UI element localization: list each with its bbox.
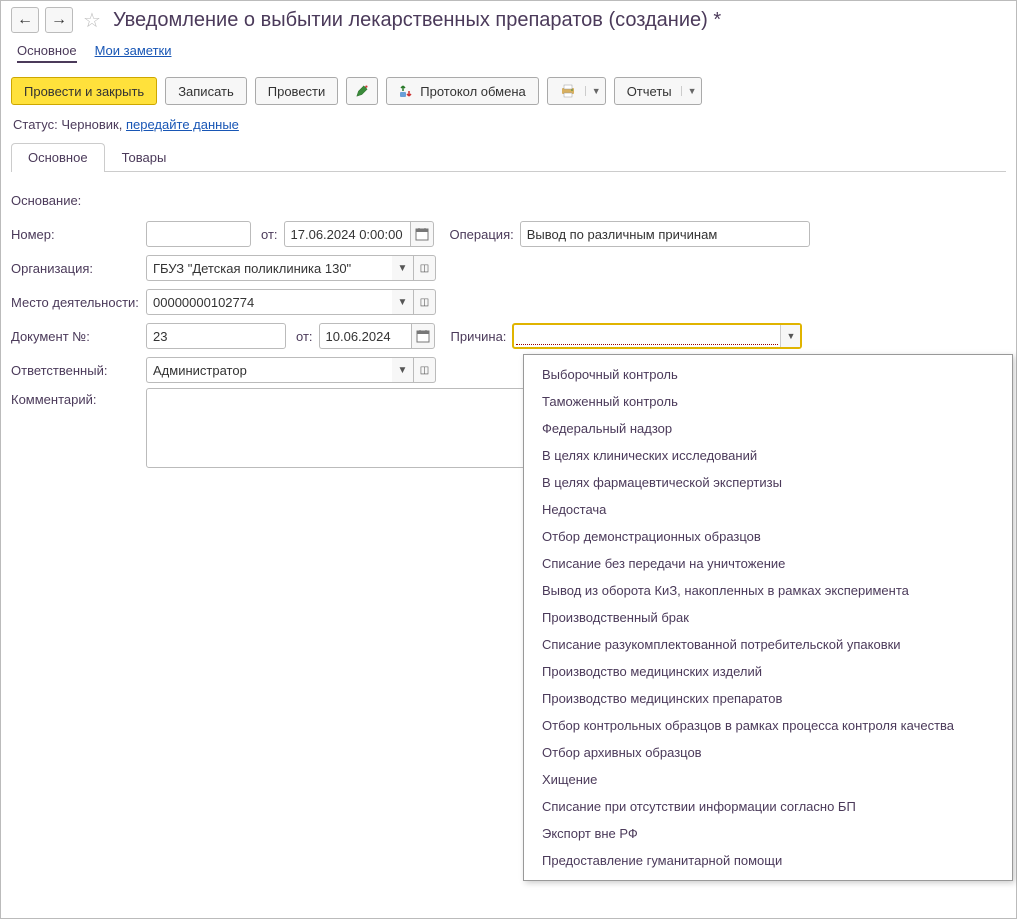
responsible-input[interactable]: Администратор ▼ ◫	[146, 357, 436, 383]
open-icon: ◫	[420, 263, 429, 274]
form-tabs: Основное Товары	[11, 142, 1006, 172]
chevron-down-icon: ▼	[786, 331, 795, 341]
sign-button[interactable]	[346, 77, 378, 105]
chevron-down-icon: ▼	[398, 365, 408, 376]
protocol-button[interactable]: Протокол обмена	[386, 77, 539, 105]
number-input[interactable]	[146, 221, 251, 247]
reason-option[interactable]: Вывод из оборота КиЗ, накопленных в рамк…	[524, 577, 1012, 604]
place-open-button[interactable]: ◫	[414, 289, 436, 315]
status-link[interactable]: передайте данные	[126, 117, 239, 132]
top-tab-notes[interactable]: Мои заметки	[95, 43, 172, 63]
from-label: от:	[261, 227, 278, 242]
calendar-icon	[416, 329, 430, 343]
reason-option[interactable]: Предоставление гуманитарной помощи	[524, 847, 1012, 874]
nav-back-button[interactable]: ←	[11, 7, 39, 33]
place-label: Место деятельности:	[11, 295, 146, 310]
exchange-icon	[399, 83, 415, 99]
org-input[interactable]: ГБУЗ "Детская поликлиника 130" ▼ ◫	[146, 255, 436, 281]
place-dropdown-button[interactable]: ▼	[392, 289, 414, 315]
calendar-icon	[415, 227, 429, 241]
reason-label: Причина:	[451, 329, 507, 344]
org-value[interactable]: ГБУЗ "Детская поликлиника 130"	[146, 255, 392, 281]
operation-label: Операция:	[450, 227, 514, 242]
reason-option[interactable]: Недостача	[524, 496, 1012, 523]
status-label: Статус:	[13, 117, 58, 132]
operation-input[interactable]	[520, 221, 810, 247]
print-button[interactable]: ▼	[547, 77, 606, 105]
docdate-value[interactable]: 10.06.2024	[319, 323, 411, 349]
datetime-input[interactable]: 17.06.2024 0:00:00	[284, 221, 434, 247]
reason-option[interactable]: Производство медицинских изделий	[524, 658, 1012, 685]
reason-option[interactable]: Списание без передачи на уничтожение	[524, 550, 1012, 577]
number-label: Номер:	[11, 227, 146, 242]
chevron-down-icon: ▼	[398, 297, 408, 308]
reason-option[interactable]: В целях клинических исследований	[524, 442, 1012, 469]
docnum-input[interactable]	[146, 323, 286, 349]
form-tab-goods[interactable]: Товары	[105, 143, 184, 172]
chevron-down-icon: ▼	[398, 263, 408, 274]
reason-option[interactable]: Федеральный надзор	[524, 415, 1012, 442]
protocol-label: Протокол обмена	[420, 84, 526, 99]
open-icon: ◫	[420, 365, 429, 376]
responsible-dropdown-button[interactable]: ▼	[392, 357, 414, 383]
calendar-button[interactable]	[410, 221, 434, 247]
form-tab-main[interactable]: Основное	[11, 143, 105, 172]
responsible-label: Ответственный:	[11, 363, 146, 378]
favorite-star-icon[interactable]: ☆	[81, 9, 103, 31]
top-tab-main[interactable]: Основное	[17, 43, 77, 63]
status-value: Черновик,	[61, 117, 122, 132]
place-input[interactable]: 00000000102774 ▼ ◫	[146, 289, 436, 315]
reason-option[interactable]: Списание при отсутствии информации согла…	[524, 793, 1012, 820]
reason-dropdown-button[interactable]: ▼	[780, 325, 800, 347]
post-and-close-button[interactable]: Провести и закрыть	[11, 77, 157, 105]
reason-option[interactable]: Производственный брак	[524, 604, 1012, 631]
reason-option[interactable]: Списание разукомплектованной потребитель…	[524, 631, 1012, 658]
org-label: Организация:	[11, 261, 146, 276]
docfrom-label: от:	[296, 329, 313, 344]
reason-option[interactable]: Отбор архивных образцов	[524, 739, 1012, 766]
reason-option[interactable]: Выборочный контроль	[524, 361, 1012, 388]
write-button[interactable]: Записать	[165, 77, 247, 105]
arrow-right-icon: →	[51, 11, 67, 29]
datetime-value[interactable]: 17.06.2024 0:00:00	[284, 221, 410, 247]
page-title: Уведомление о выбытии лекарственных преп…	[113, 9, 721, 32]
reason-option[interactable]: Экспорт вне РФ	[524, 820, 1012, 847]
toolbar: Провести и закрыть Записать Провести Про…	[11, 77, 1006, 105]
status-row: Статус: Черновик, передайте данные	[13, 117, 1006, 132]
reason-option[interactable]: Отбор контрольных образцов в рамках проц…	[524, 712, 1012, 739]
docnum-label: Документ №:	[11, 329, 146, 344]
org-dropdown-button[interactable]: ▼	[392, 255, 414, 281]
basis-label: Основание:	[11, 193, 146, 208]
chevron-down-icon: ▼	[585, 86, 601, 96]
comment-label: Комментарий:	[11, 388, 146, 407]
reason-value[interactable]	[516, 327, 778, 345]
chevron-down-icon: ▼	[681, 86, 697, 96]
top-tabs: Основное Мои заметки	[17, 43, 1006, 63]
printer-icon	[560, 83, 576, 99]
open-icon: ◫	[420, 297, 429, 308]
responsible-value[interactable]: Администратор	[146, 357, 392, 383]
reason-dropdown-list: Выборочный контрольТаможенный контрольФе…	[523, 354, 1013, 881]
reason-option[interactable]: Производство медицинских препаратов	[524, 685, 1012, 712]
reason-option[interactable]: Отбор демонстрационных образцов	[524, 523, 1012, 550]
arrow-left-icon: ←	[17, 11, 33, 29]
header-row: ← → ☆ Уведомление о выбытии лекарственны…	[11, 7, 1006, 33]
org-open-button[interactable]: ◫	[414, 255, 436, 281]
responsible-open-button[interactable]: ◫	[414, 357, 436, 383]
reason-option[interactable]: Таможенный контроль	[524, 388, 1012, 415]
docdate-input[interactable]: 10.06.2024	[319, 323, 435, 349]
docdate-calendar-button[interactable]	[411, 323, 435, 349]
reason-input[interactable]: ▼	[512, 323, 802, 349]
place-value[interactable]: 00000000102774	[146, 289, 392, 315]
nav-forward-button[interactable]: →	[45, 7, 73, 33]
reason-option[interactable]: В целях фармацевтической экспертизы	[524, 469, 1012, 496]
reports-button[interactable]: Отчеты ▼	[614, 77, 702, 105]
pen-icon	[355, 83, 369, 99]
reason-option[interactable]: Хищение	[524, 766, 1012, 793]
post-button[interactable]: Провести	[255, 77, 339, 105]
reports-label: Отчеты	[627, 84, 672, 99]
